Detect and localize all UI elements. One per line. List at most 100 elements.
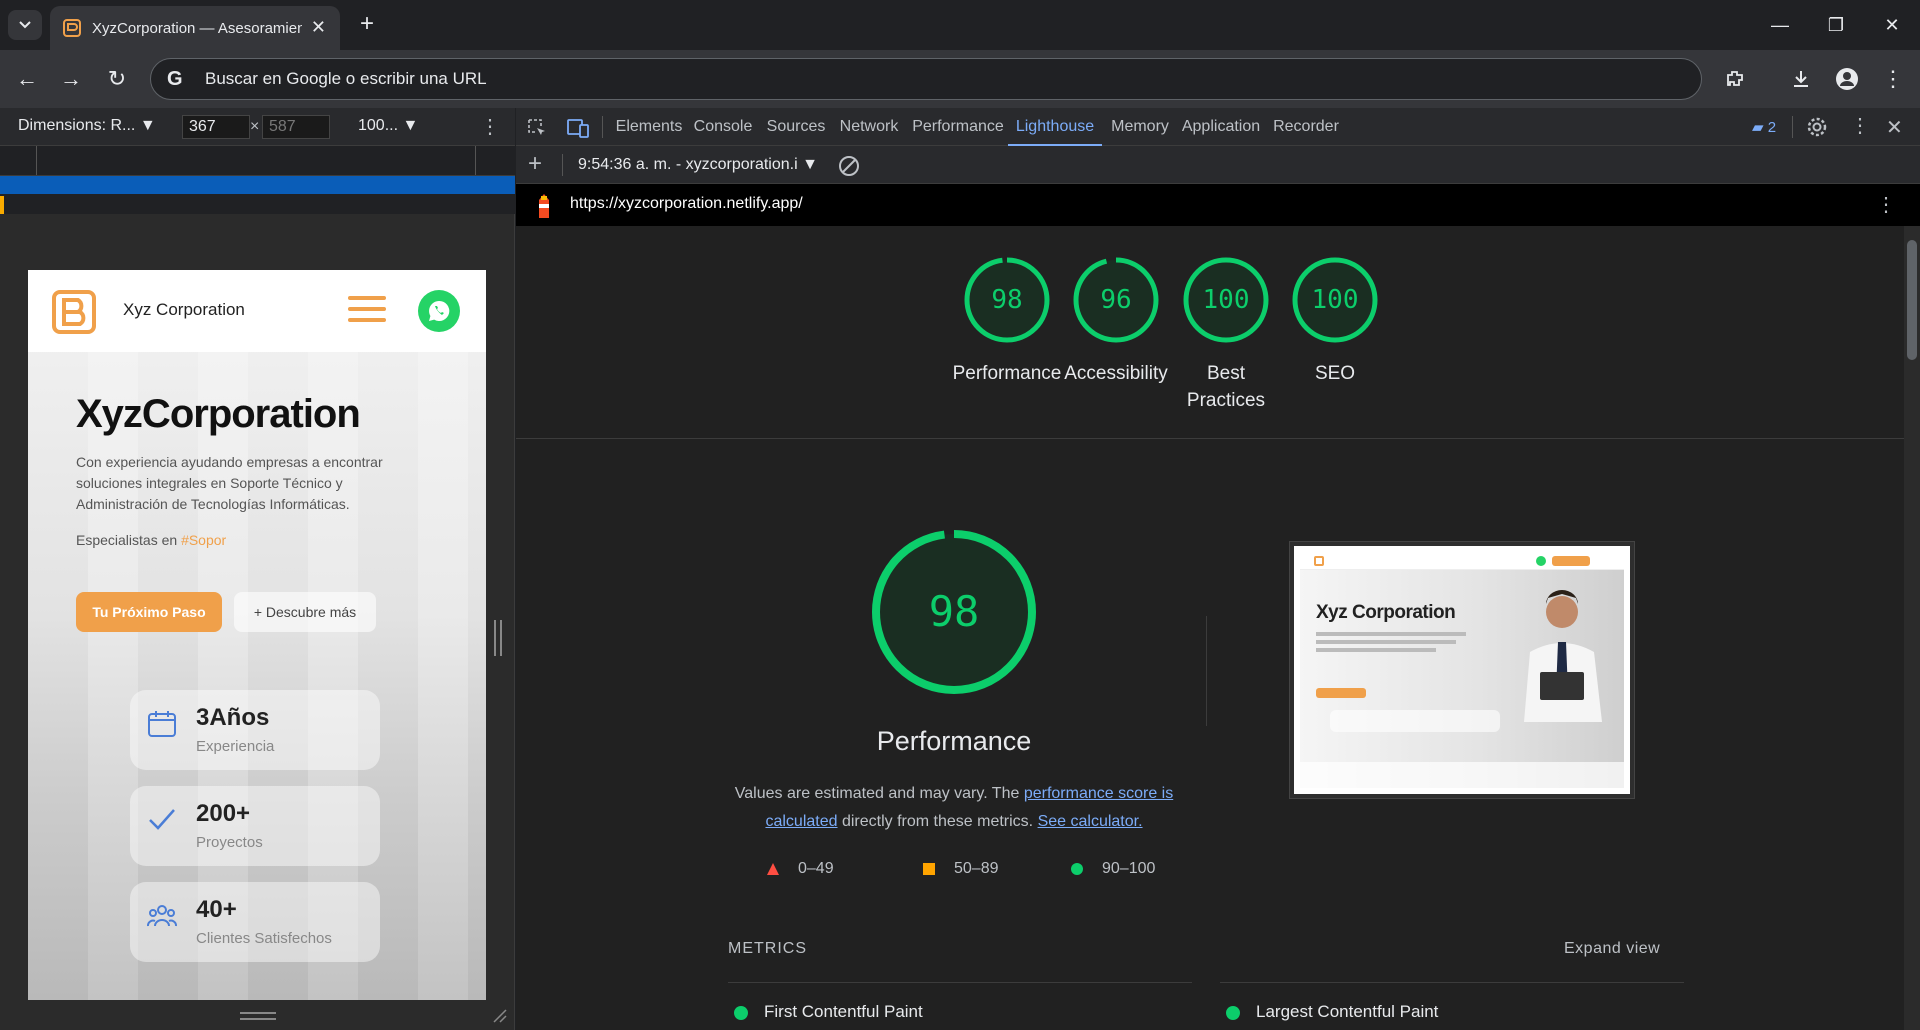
hero-specialists: Especialistas en #Sopor [76, 532, 226, 548]
dimensions-label: Dimensions: R... [18, 117, 136, 134]
stat-number: 3Años [196, 704, 270, 731]
width-input[interactable]: 367 [182, 115, 250, 139]
site-name: Xyz Corporation [123, 300, 245, 319]
metric-divider [728, 982, 1192, 983]
reload-icon[interactable]: ↻ [102, 64, 132, 94]
omnibox-text[interactable]: Buscar en Google o escribir una URL [205, 69, 487, 89]
height-input[interactable]: 587 [262, 115, 330, 139]
devtools-close-icon[interactable]: ✕ [1886, 115, 1903, 140]
tab-application[interactable]: Application [1174, 108, 1268, 146]
site-favicon-icon [63, 19, 81, 37]
metric-fcp: First Contentful Paint [728, 1002, 923, 1022]
discover-more-button[interactable]: + Descubre más [234, 592, 376, 632]
final-screenshot-thumbnail[interactable]: Xyz Corporation [1290, 542, 1634, 798]
legend-range: 90–100 [1102, 860, 1156, 877]
media-query-marker[interactable] [0, 196, 4, 214]
gauge-value: 100 [1202, 285, 1250, 315]
site-logo-icon[interactable] [50, 288, 98, 336]
devtools-more-icon[interactable]: ⋮ [1850, 113, 1870, 138]
tab-console[interactable]: Console [688, 108, 758, 146]
report-selector-label: 9:54:36 a. m. - xyzcorporation.i [578, 156, 798, 173]
vertical-separator [1206, 616, 1207, 726]
scrollbar-thumb[interactable] [1907, 240, 1917, 360]
tab-recorder[interactable]: Recorder [1268, 108, 1344, 146]
hero-section: XyzCorporation Con experiencia ayudando … [28, 352, 486, 1000]
report-selector[interactable]: 9:54:36 a. m. - xyzcorporation.i ▼ [578, 156, 818, 174]
device-toggle-icon[interactable] [566, 117, 590, 139]
tab-title: XyzCorporation — Asesoramien [92, 19, 302, 37]
inspect-element-icon[interactable] [526, 117, 548, 139]
screenshot-navbar [1300, 552, 1624, 570]
browser-tab[interactable]: XyzCorporation — Asesoramien ✕ [50, 6, 340, 50]
users-icon [147, 905, 177, 927]
tab-network[interactable]: Network [834, 108, 904, 146]
hamburger-menu-icon[interactable] [348, 296, 386, 326]
device-more-icon[interactable]: ⋮ [480, 114, 500, 139]
dimension-times: × [250, 118, 260, 135]
tab-performance[interactable]: Performance [908, 108, 1008, 146]
screenshot-whatsapp-icon [1536, 556, 1546, 566]
lighthouse-logo-icon [539, 194, 549, 218]
tab-search-button[interactable] [8, 10, 42, 40]
tab-divider [602, 116, 603, 138]
profile-avatar-icon[interactable] [1832, 64, 1862, 94]
clear-icon[interactable] [838, 155, 860, 177]
tab-close-icon[interactable]: ✕ [311, 18, 326, 36]
restore-icon[interactable]: ❐ [1808, 0, 1864, 50]
media-query-bar[interactable] [0, 176, 515, 194]
report-scrollbar[interactable] [1904, 226, 1920, 1030]
score-gauge-seo[interactable]: 100 [1289, 254, 1381, 346]
stat-number: 200+ [196, 800, 251, 827]
report-more-icon[interactable]: ⋮ [1876, 192, 1896, 217]
tab-memory[interactable]: Memory [1106, 108, 1174, 146]
spec-prefix: Especialistas en [76, 532, 178, 548]
pass-dot-icon [734, 1006, 748, 1020]
tab-sources[interactable]: Sources [760, 108, 832, 146]
gear-icon[interactable] [1806, 116, 1828, 138]
device-height-handle[interactable] [240, 1012, 276, 1020]
see-calculator-link[interactable]: See calculator. [1038, 813, 1143, 830]
gauge-value: 96 [1100, 285, 1132, 315]
corner-resize-icon[interactable] [490, 1006, 508, 1024]
forward-arrow-icon[interactable]: → [56, 64, 86, 94]
browser-menu-icon[interactable]: ⋮ [1878, 64, 1908, 94]
score-gauge-best-practices[interactable]: 100 [1180, 254, 1272, 346]
back-arrow-icon[interactable]: ← [12, 64, 42, 94]
google-icon: G [167, 68, 183, 90]
new-tab-button[interactable]: + [352, 10, 382, 40]
lighthouse-toolbar: + 9:54:36 a. m. - xyzcorporation.i ▼ [516, 146, 1920, 184]
calendar-icon [148, 711, 176, 737]
extensions-icon[interactable] [1720, 64, 1750, 94]
gauge-label: Best Practices [1186, 363, 1266, 411]
screenshot-footer-logos [1300, 762, 1624, 788]
download-icon[interactable] [1786, 64, 1816, 94]
zoom-select[interactable]: 100... ▼ [358, 117, 418, 135]
hero-description: Con experiencia ayudando empresas a enco… [76, 454, 383, 512]
expand-view-toggle[interactable]: Expand view [1564, 940, 1660, 958]
report-url[interactable]: https://xyzcorporation.netlify.app/ [570, 195, 803, 213]
stat-label: Clientes Satisfechos [196, 930, 332, 947]
omnibox[interactable]: G Buscar en Google o escribir una URL [150, 58, 1702, 100]
screenshot-brand: Xyz Corporation [1316, 602, 1456, 623]
screenshot-button [1316, 688, 1366, 698]
hero-title: XyzCorporation [76, 392, 361, 436]
tab-lighthouse[interactable]: Lighthouse [1008, 108, 1102, 146]
browser-titlebar: XyzCorporation — Asesoramien ✕ + — ❐ ✕ [0, 0, 1920, 50]
triangle-icon [767, 862, 779, 875]
whatsapp-icon[interactable] [418, 290, 460, 332]
next-step-button[interactable]: Tu Próximo Paso [76, 592, 222, 632]
issues-badge[interactable]: ▰ 2 [1752, 118, 1776, 136]
device-resize-handle[interactable] [494, 620, 502, 656]
site-header: Xyz Corporation [28, 270, 486, 352]
new-report-icon[interactable]: + [528, 150, 542, 178]
score-gauge-performance[interactable]: 98 [961, 254, 1053, 346]
close-window-icon[interactable]: ✕ [1864, 0, 1920, 50]
performance-title: Performance [876, 726, 1032, 756]
score-gauge-accessibility[interactable]: 96 [1070, 254, 1162, 346]
dimensions-select[interactable]: Dimensions: R... ▼ [18, 117, 156, 135]
minimize-icon[interactable]: — [1752, 0, 1808, 50]
metric-lcp: Largest Contentful Paint [1220, 1002, 1438, 1022]
device-toolbar: Dimensions: R... ▼ 367 × 587 100... ▼ ⋮ [0, 108, 515, 146]
tab-elements[interactable]: Elements [608, 108, 690, 146]
legend-average: 50–89 [922, 860, 999, 878]
